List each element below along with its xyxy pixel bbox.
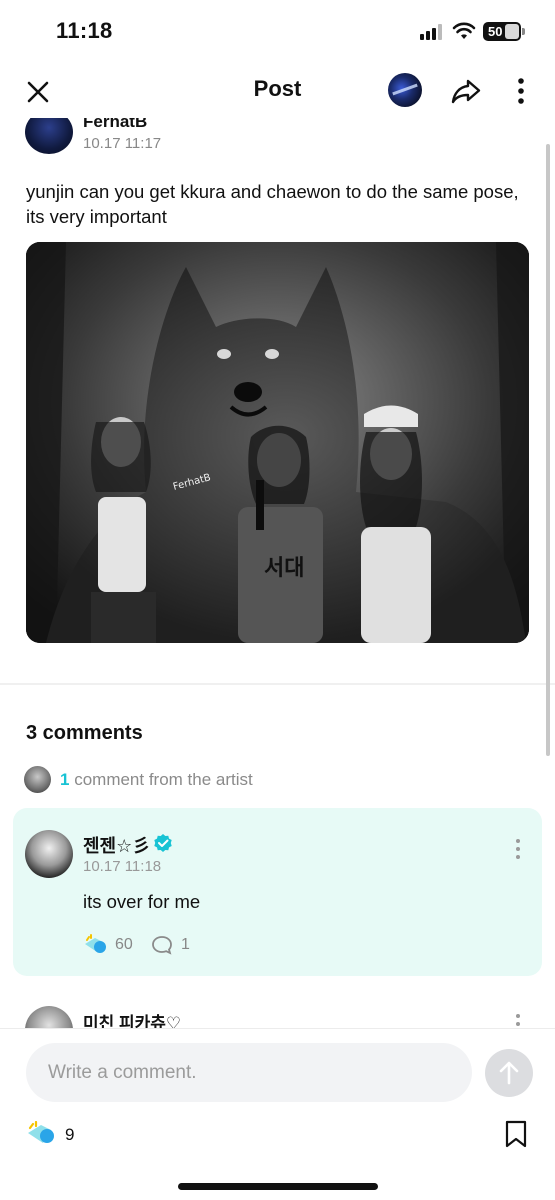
- verified-badge-icon: [154, 834, 172, 852]
- bookmark-icon[interactable]: [503, 1119, 529, 1149]
- signal-icon: [420, 24, 444, 40]
- post-body: yunjin can you get kkura and chaewon to …: [26, 181, 519, 227]
- comment-more-icon[interactable]: [511, 1011, 525, 1028]
- commenter-name[interactable]: 미친 피카츄♡: [83, 1009, 181, 1028]
- post-image[interactable]: FerhatB 서대: [26, 242, 529, 643]
- top-app-bar: Post: [0, 62, 555, 118]
- battery-icon: 50: [483, 22, 525, 41]
- artist-comment-card[interactable]: 젠젠☆彡 10.17 11:18 its over for me 60 1: [13, 808, 542, 976]
- artist-comment-label: 1 comment from the artist: [60, 770, 253, 790]
- reply-icon[interactable]: [151, 935, 173, 955]
- close-icon[interactable]: [22, 76, 54, 108]
- send-button[interactable]: [485, 1049, 533, 1097]
- artist-comment-count: 1: [60, 770, 70, 789]
- comments-count: 3 comments: [26, 722, 143, 744]
- commenter-avatar[interactable]: [25, 830, 73, 878]
- more-options-icon[interactable]: [510, 74, 532, 108]
- battery-level: 50: [488, 24, 503, 39]
- comment-text: its over for me: [83, 891, 201, 912]
- jersey-text: 서대: [264, 556, 304, 581]
- arrow-up-icon: [499, 1061, 519, 1085]
- section-divider: [0, 683, 555, 685]
- post-scroll-area[interactable]: FerhatB 10.17 11:17 yunjin can you get k…: [0, 118, 555, 1028]
- community-avatar[interactable]: [388, 73, 422, 107]
- author-avatar[interactable]: [25, 118, 73, 154]
- status-bar: 11:18 50: [0, 0, 555, 62]
- cheer-icon[interactable]: [26, 1121, 58, 1147]
- comment-like-count: 60: [115, 936, 133, 953]
- comment-input[interactable]: [26, 1043, 472, 1102]
- status-time: 11:18: [56, 18, 113, 43]
- wifi-icon: [452, 22, 476, 39]
- artist-comment-text: comment from the artist: [74, 770, 253, 789]
- comment-timestamp: 10.17 11:18: [83, 858, 162, 875]
- artist-avatar: [24, 766, 51, 793]
- comment-more-icon[interactable]: [511, 836, 525, 862]
- comment-composer-bar: 9: [0, 1028, 555, 1200]
- comment-reply-count[interactable]: 1: [181, 936, 190, 954]
- commenter-avatar[interactable]: [25, 1006, 73, 1028]
- scrollbar[interactable]: [546, 144, 550, 756]
- home-indicator: [178, 1183, 378, 1190]
- author-name[interactable]: FerhatB: [83, 118, 147, 132]
- post-timestamp: 10.17 11:17: [83, 135, 162, 152]
- share-icon[interactable]: [449, 74, 483, 108]
- cheer-icon[interactable]: [83, 934, 109, 956]
- post-like-count: 9: [65, 1125, 75, 1144]
- commenter-name[interactable]: 젠젠☆彡: [83, 832, 150, 858]
